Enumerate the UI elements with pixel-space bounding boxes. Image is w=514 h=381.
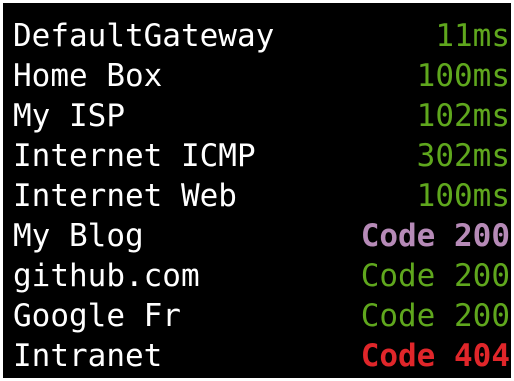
status-panel: DefaultGateway 11ms Home Box 100ms My IS… [0,0,514,381]
monitor-status: 302ms [416,138,510,174]
monitor-status: 100ms [416,178,510,214]
monitor-row: DefaultGateway 11ms [13,16,510,56]
monitor-status: Code 404 [360,338,510,374]
monitor-status: Code 200 [360,298,510,334]
monitor-status: 100ms [416,58,510,94]
monitor-row: Internet Web 100ms [13,176,510,216]
monitor-status: 11ms [435,18,510,54]
monitor-name: Internet ICMP [13,138,256,174]
monitor-name: Google Fr [13,298,181,334]
monitor-row: Intranet Code 404 [13,336,510,376]
monitor-name: Internet Web [13,178,237,214]
monitor-name: Intranet [13,338,163,374]
monitor-row: My ISP 102ms [13,96,510,136]
monitor-list: DefaultGateway 11ms Home Box 100ms My IS… [13,16,510,376]
monitor-row: My Blog Code 200 [13,216,510,256]
monitor-name: github.com [13,258,200,294]
monitor-status: Code 200 [360,258,510,294]
monitor-name: My ISP [13,98,125,134]
monitor-row: Google Fr Code 200 [13,296,510,336]
monitor-status: 102ms [416,98,510,134]
monitor-row: github.com Code 200 [13,256,510,296]
monitor-row: Internet ICMP 302ms [13,136,510,176]
monitor-name: DefaultGateway [13,18,275,54]
monitor-row: Home Box 100ms [13,56,510,96]
monitor-status: Code 200 [360,218,510,254]
monitor-name: Home Box [13,58,163,94]
monitor-name: My Blog [13,218,144,254]
